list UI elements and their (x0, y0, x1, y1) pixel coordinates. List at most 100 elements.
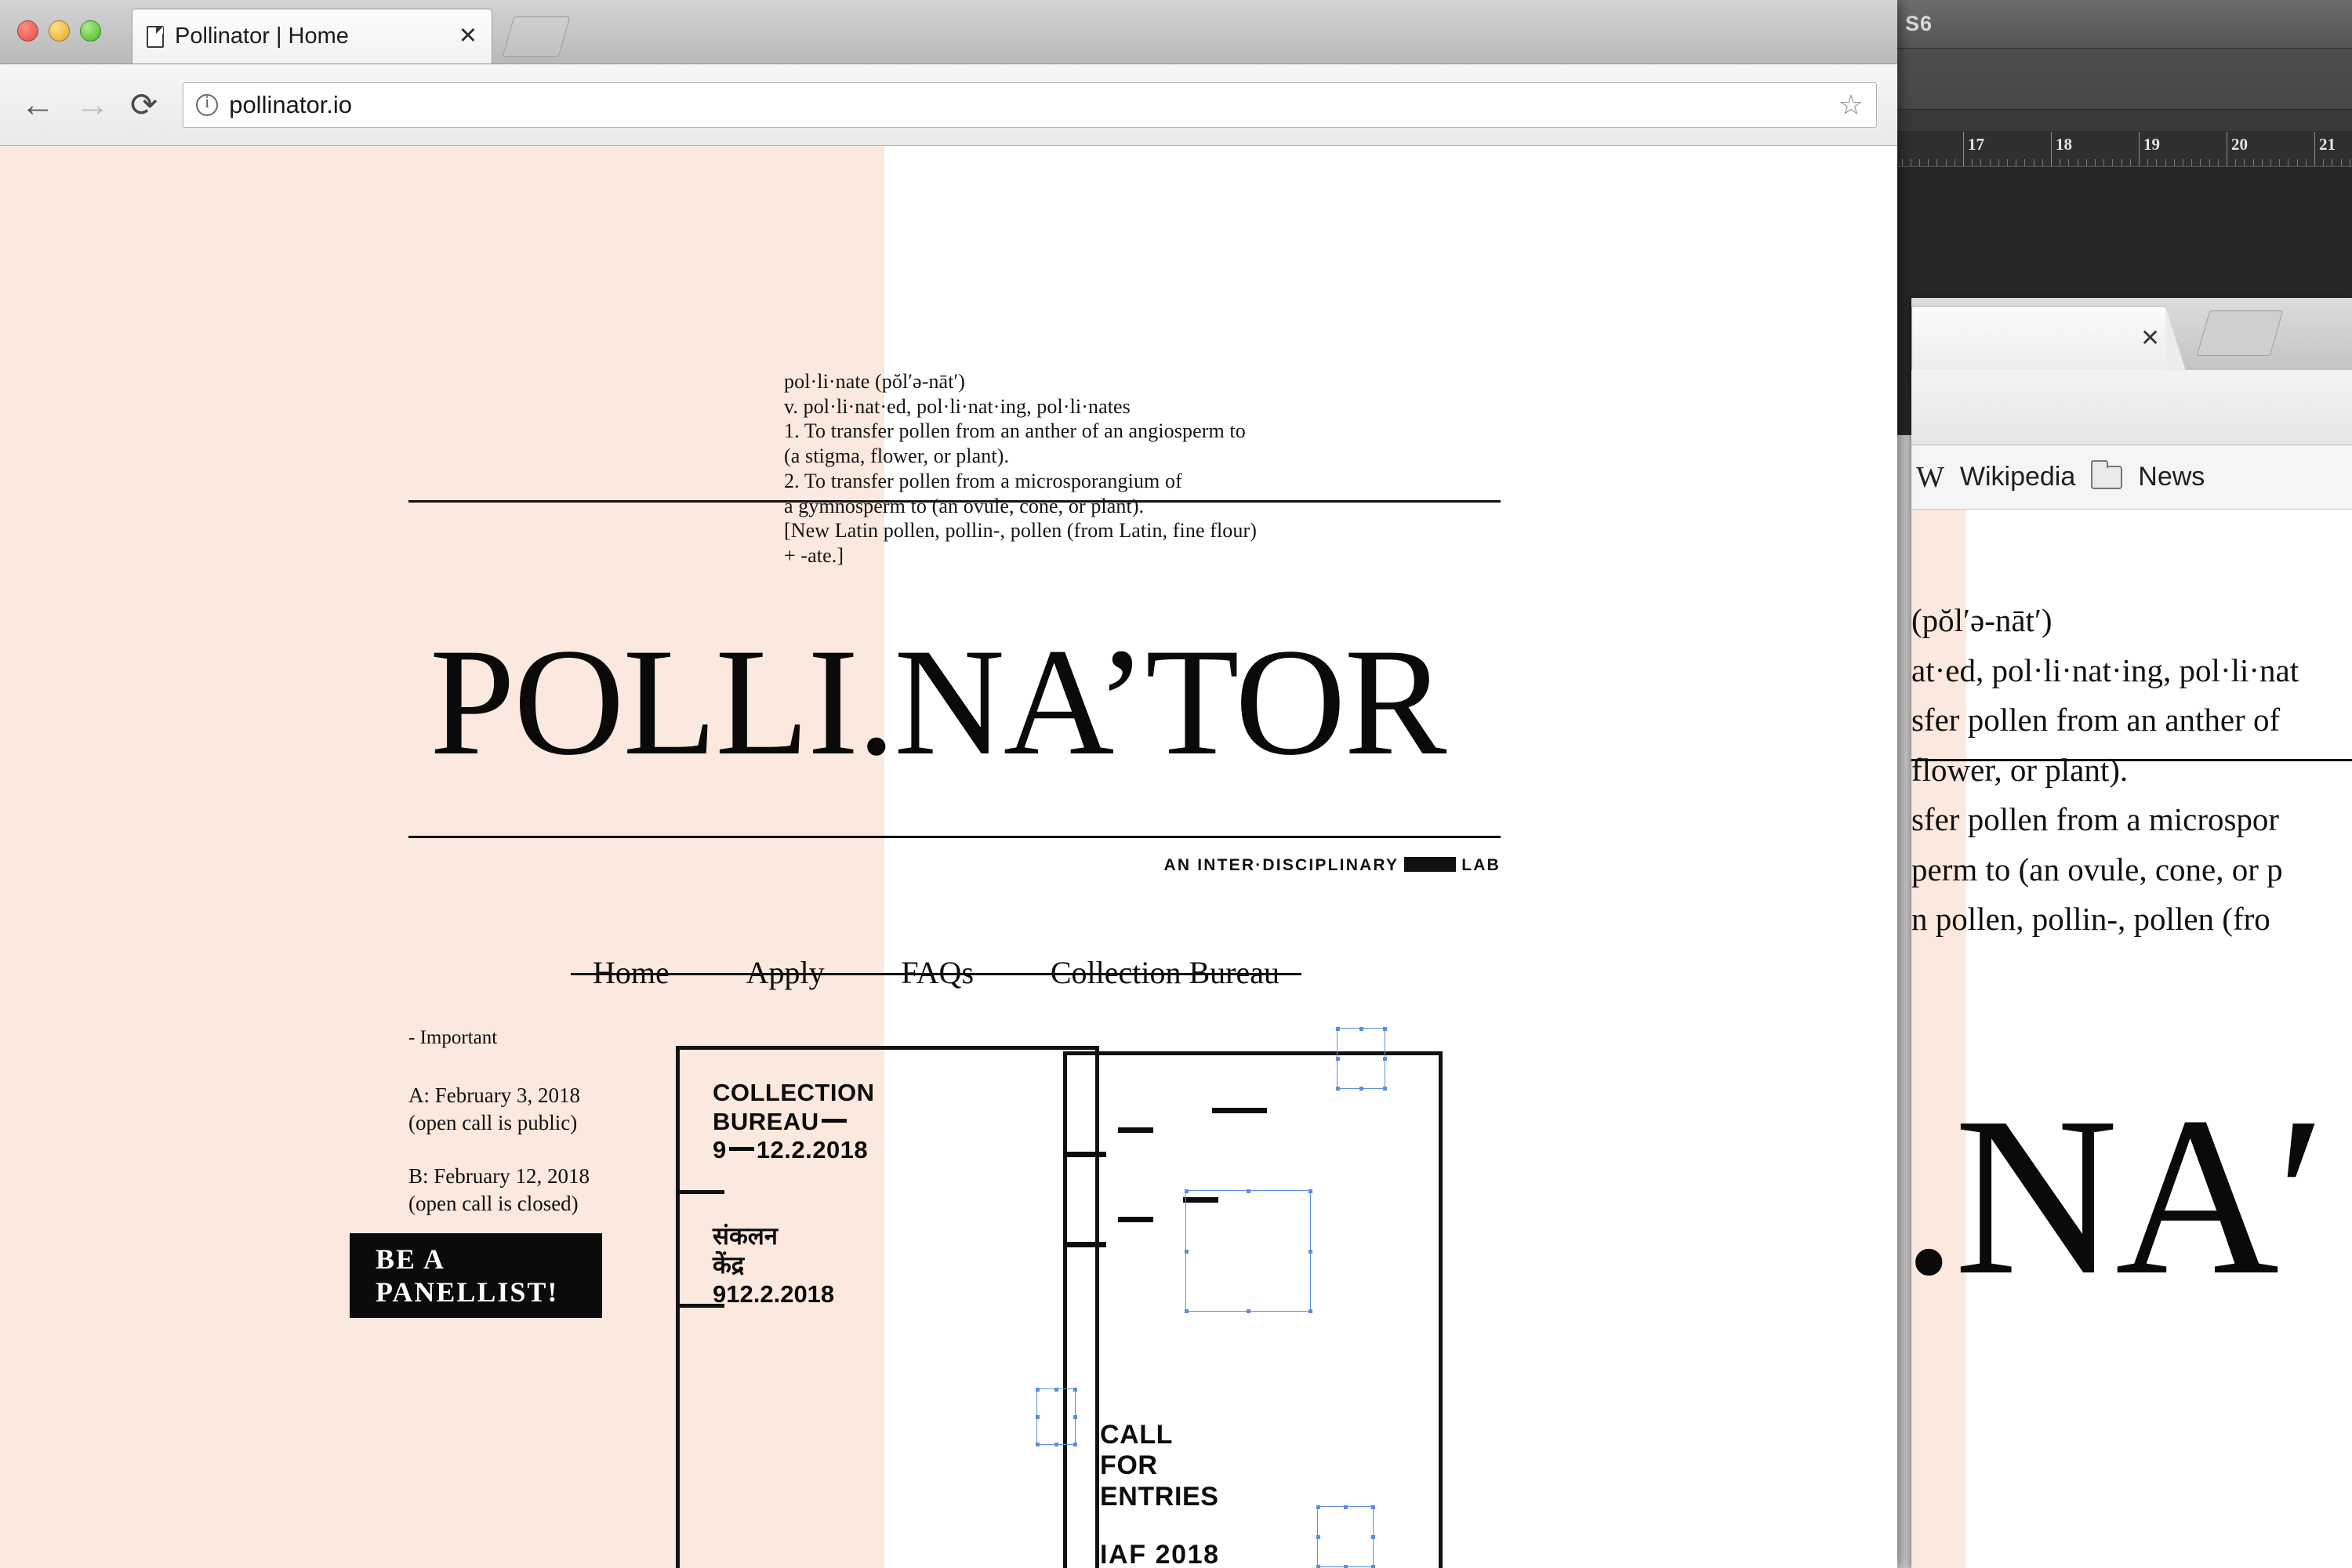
selection-handle[interactable] (1054, 1388, 1058, 1392)
date-block-b: B: February 12, 2018 (open call is close… (408, 1164, 590, 1215)
cb-hindi-date-end: 12.2.2018 (726, 1280, 835, 1308)
background-definition-line: flower, or plant). (1911, 751, 2129, 788)
vector-selection-box[interactable] (1185, 1189, 1312, 1313)
ruler-minor-tick (1972, 159, 1973, 166)
graphics-app-titlebar[interactable]: S6 (1897, 0, 2352, 49)
maximize-window-button[interactable] (80, 20, 101, 42)
nav-item-home[interactable]: Home (593, 954, 670, 991)
address-bar[interactable]: pollinator.io ☆ (183, 82, 1877, 128)
ruler-minor-tick (2042, 159, 2043, 166)
ruler-minor-tick (2085, 159, 2087, 166)
background-definition-text: (pŏl′ə-nāt′) at·ed, pol·li·nat·ing, pol·l… (1911, 596, 2352, 945)
browser-toolbar[interactable]: ← → ⟳ pollinator.io ☆ (0, 64, 1897, 146)
selection-handle[interactable] (1336, 1027, 1340, 1031)
selection-handle[interactable] (1036, 1388, 1040, 1392)
back-button[interactable]: ← (20, 87, 55, 122)
ruler-minor-tick (2191, 159, 2193, 166)
background-browser-tabstrip[interactable]: ✕ (1911, 298, 2352, 371)
graphics-app-title: S6 (1905, 12, 1933, 35)
iaf-year-label: IAF 2018 (1100, 1540, 1220, 1568)
background-browser-window[interactable]: ✕ W Wikipedia News (pŏl′ə-nāt′) at·ed, po… (1911, 298, 2352, 1568)
ruler-minor-tick (2340, 159, 2342, 166)
selection-handle[interactable] (1185, 1249, 1189, 1254)
vector-selection-box[interactable] (1336, 1027, 1387, 1091)
selection-handle[interactable] (1054, 1443, 1058, 1446)
nav-item-collection-bureau[interactable]: Collection Bureau (1051, 954, 1279, 991)
background-browser-toolbar[interactable] (1911, 370, 2352, 445)
bookmark-star-icon[interactable]: ☆ (1838, 90, 1864, 119)
nav-item-faqs[interactable]: FAQs (901, 954, 974, 991)
selection-handle[interactable] (1308, 1249, 1312, 1254)
selection-handle[interactable] (1185, 1309, 1189, 1313)
ruler-tick-label: 18 (2056, 135, 2072, 154)
be-a-panellist-button[interactable]: BE A PANELLIST! (350, 1233, 602, 1318)
ruler-minor-tick (1919, 159, 1920, 166)
vector-selection-box[interactable] (1316, 1505, 1375, 1568)
selection-handle[interactable] (1371, 1565, 1375, 1568)
main-navigation[interactable]: Home Apply FAQs Collection Bureau (571, 947, 1301, 997)
collection-bureau-card[interactable]: COLLECTION BUREAU 9 12.2.2018 संकलन केंद्… (676, 1046, 1099, 1568)
selection-handle[interactable] (1316, 1565, 1320, 1568)
new-tab-button[interactable] (502, 16, 571, 57)
close-icon[interactable]: ✕ (2140, 325, 2160, 352)
selection-handle[interactable] (1371, 1535, 1375, 1539)
selection-handle[interactable] (1185, 1189, 1189, 1193)
cfe-line-1: CALL (1100, 1420, 1174, 1450)
background-logo-fragment: .NA′ (1911, 1070, 2326, 1322)
tab-strip[interactable]: Pollinator | Home ✕ (0, 0, 1897, 64)
ruler-major-tick (2314, 132, 2315, 166)
bookmark-wikipedia[interactable]: Wikipedia (1960, 462, 2075, 492)
selection-handle[interactable] (1073, 1388, 1077, 1392)
ruler-minor-tick (2323, 159, 2325, 166)
reload-button[interactable]: ⟳ (130, 88, 158, 122)
selection-handle[interactable] (1336, 1087, 1340, 1091)
minimize-window-button[interactable] (49, 20, 70, 42)
selection-handle[interactable] (1344, 1565, 1348, 1568)
selection-handle[interactable] (1344, 1505, 1348, 1509)
selection-handle[interactable] (1359, 1087, 1363, 1091)
tab-pollinator-home[interactable]: Pollinator | Home ✕ (132, 9, 492, 64)
vector-selection-box[interactable] (1036, 1388, 1077, 1446)
selection-handle[interactable] (1247, 1189, 1250, 1193)
background-definition-line: at·ed, pol·li·nat·ing, pol·li·nat (1911, 652, 2299, 688)
selection-handle[interactable] (1073, 1443, 1077, 1446)
close-icon[interactable]: ✕ (456, 25, 481, 48)
selection-handle[interactable] (1308, 1309, 1312, 1313)
graphics-app-tabbar[interactable] (1897, 49, 2352, 110)
poster-dash (1118, 1217, 1153, 1222)
info-icon[interactable] (196, 92, 219, 116)
selection-handle[interactable] (1371, 1505, 1375, 1509)
forward-button[interactable]: → (75, 87, 110, 122)
cb-hindi-line-2: केंद्र (713, 1251, 745, 1279)
selection-handle[interactable] (1316, 1505, 1320, 1509)
ruler-major-tick (1963, 132, 1964, 166)
selection-handle[interactable] (1336, 1057, 1340, 1061)
new-tab-button[interactable] (2196, 310, 2284, 356)
selection-handle[interactable] (1383, 1087, 1387, 1091)
selection-handle[interactable] (1036, 1415, 1040, 1419)
close-window-button[interactable] (17, 20, 38, 42)
ruler-minor-tick (2261, 159, 2263, 166)
browser-window[interactable]: Pollinator | Home ✕ ← → ⟳ pollinator.io … (0, 0, 1897, 1568)
ruler-minor-tick (2200, 159, 2201, 166)
cb-title-line-2: BUREAU (713, 1107, 819, 1135)
background-browser-tab[interactable] (1911, 306, 2186, 371)
graphics-app-options-bar[interactable] (1897, 110, 2352, 132)
ruler-minor-tick (2068, 159, 2070, 166)
selection-handle[interactable] (1036, 1443, 1040, 1446)
cb-date-end: 12.2.2018 (756, 1136, 869, 1164)
background-browser-bookmarks-bar[interactable]: W Wikipedia News (1911, 445, 2352, 510)
selection-handle[interactable] (1073, 1415, 1077, 1419)
tagline-after: LAB (1461, 856, 1501, 874)
selection-handle[interactable] (1383, 1057, 1387, 1061)
window-controls[interactable] (17, 20, 101, 42)
selection-handle[interactable] (1316, 1535, 1320, 1539)
background-definition-line: sfer pollen from a microspor (1911, 801, 2280, 838)
selection-handle[interactable] (1383, 1027, 1387, 1031)
selection-handle[interactable] (1308, 1189, 1312, 1193)
nav-item-apply[interactable]: Apply (746, 954, 825, 991)
selection-handle[interactable] (1359, 1027, 1363, 1031)
bookmark-news[interactable]: News (2138, 462, 2205, 492)
selection-handle[interactable] (1247, 1309, 1250, 1313)
ruler-major-tick (2139, 132, 2140, 166)
